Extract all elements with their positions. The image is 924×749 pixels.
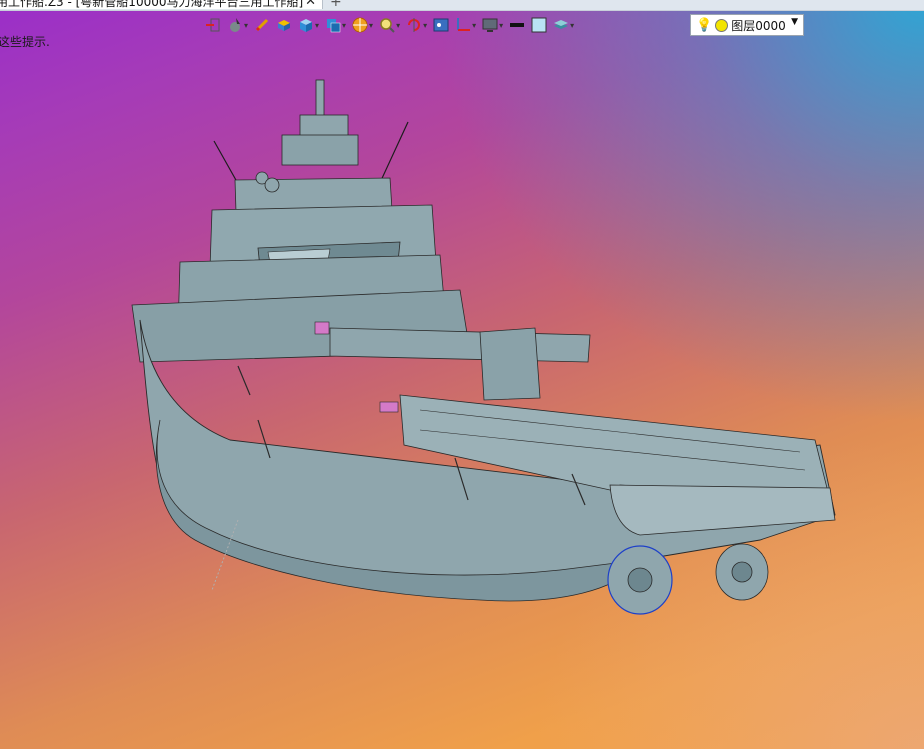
document-tab[interactable]: 用工作船.Z3 - [粤新管船10000马力海洋平台三用工作船] ✕: [0, 0, 323, 9]
pointer-select-icon: [230, 18, 240, 32]
pointer-select-button[interactable]: ▾: [227, 14, 248, 36]
line-style-icon: [510, 23, 525, 27]
view-cube-button[interactable]: ▾: [325, 14, 346, 36]
view-cube-icon: [327, 19, 341, 33]
plus-icon[interactable]: +: [330, 0, 342, 10]
sketch-pen-button[interactable]: [254, 14, 270, 36]
layer-color-dot: [715, 18, 729, 32]
solid-cube-button[interactable]: ▾: [298, 14, 319, 36]
sketch-pen-icon: [255, 18, 269, 32]
color-fill-icon: [531, 17, 547, 33]
hint-text: 这些提示.: [0, 35, 50, 49]
document-tab-bar: 用工作船.Z3 - [粤新管船10000马力海洋平台三用工作船] ✕ +: [0, 0, 924, 11]
color-fill-button[interactable]: [531, 14, 547, 36]
exit-icon: [206, 18, 220, 32]
zoom-icon: [380, 18, 395, 33]
axis-icon: [457, 18, 471, 31]
exit-button[interactable]: [205, 14, 221, 36]
pan-rotate-button[interactable]: ▾: [406, 14, 427, 36]
document-tab-title: 用工作船.Z3 - [粤新管船10000马力海洋平台三用工作船]: [0, 0, 304, 9]
shaded-box-button[interactable]: [276, 14, 292, 36]
layers-icon: [554, 20, 569, 29]
line-style-button[interactable]: [509, 14, 525, 36]
section-view-icon: [433, 18, 449, 32]
view-toolbar: ▾ ▾ ▾ ▾ ▾ ▾ ▾ ▾ ▾: [205, 13, 580, 37]
axis-button[interactable]: ▾: [455, 14, 476, 36]
ship-3d-model[interactable]: [0, 0, 924, 749]
light-bulb-icon[interactable]: 💡: [696, 18, 712, 33]
zoom-button[interactable]: ▾: [379, 14, 400, 36]
render-sphere-icon: [352, 17, 368, 33]
layer-select[interactable]: 💡 图层0000 ▼: [690, 14, 804, 36]
shaded-box-icon: [278, 20, 291, 31]
layers-button[interactable]: ▾: [553, 14, 574, 36]
section-view-button[interactable]: [433, 14, 449, 36]
display-monitor-icon: [482, 18, 498, 32]
pan-rotate-icon: [408, 18, 421, 32]
solid-cube-icon: [300, 19, 313, 32]
render-sphere-button[interactable]: ▾: [352, 14, 373, 36]
display-monitor-button[interactable]: ▾: [482, 14, 503, 36]
layer-select-value: 图层0000: [731, 18, 786, 33]
close-icon[interactable]: ✕: [305, 0, 316, 9]
chevron-down-icon[interactable]: ▼: [791, 17, 798, 27]
